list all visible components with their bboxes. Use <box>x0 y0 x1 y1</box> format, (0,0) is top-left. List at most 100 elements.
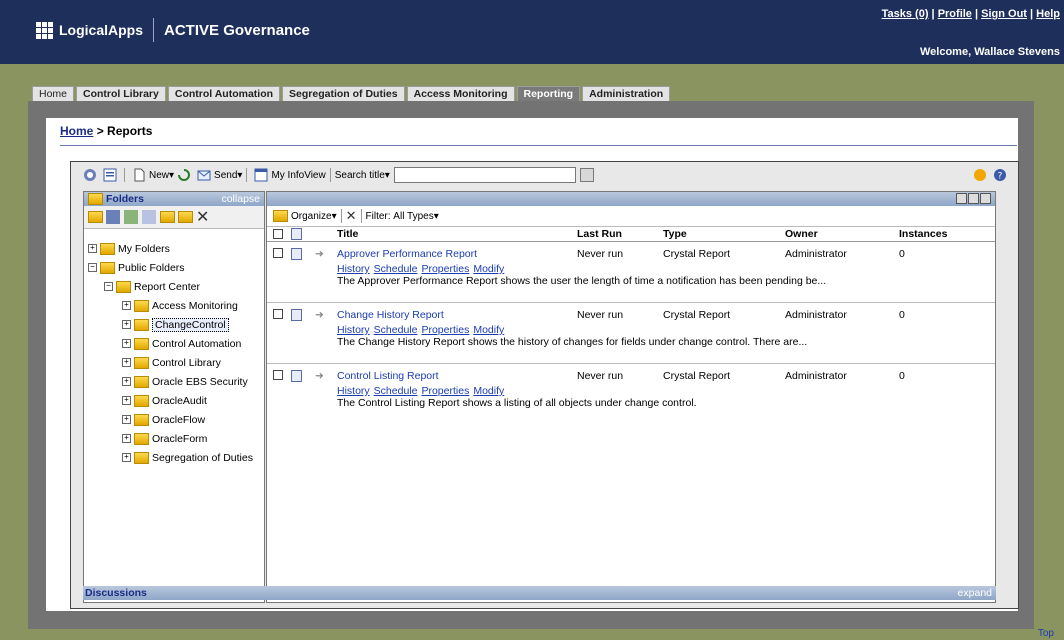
send-dropdown-icon[interactable]: ▾ <box>237 170 242 181</box>
column-instances[interactable]: Instances <box>899 228 947 240</box>
expand-icon[interactable]: + <box>122 358 131 367</box>
history-link[interactable]: History <box>337 324 370 336</box>
properties-link[interactable]: Properties <box>421 324 469 336</box>
expand-icon[interactable]: + <box>88 244 97 253</box>
properties-link[interactable]: Properties <box>421 385 469 397</box>
organize-dropdown-icon[interactable]: ▾ <box>332 211 337 222</box>
home-icon[interactable] <box>83 168 97 182</box>
expand-icon[interactable]: + <box>122 377 131 386</box>
tree-item[interactable]: + Segregation of Duties <box>84 448 264 467</box>
tab-segregation-of-duties[interactable]: Segregation of Duties <box>282 86 405 102</box>
my-infoview-icon[interactable] <box>254 168 268 182</box>
report-title-link[interactable]: Change History Report <box>337 309 444 321</box>
report-title-link[interactable]: Control Listing Report <box>337 370 439 382</box>
tab-control-library[interactable]: Control Library <box>76 86 166 102</box>
tasks-link[interactable]: Tasks (0) <box>882 8 929 20</box>
sign-out-link[interactable]: Sign Out <box>981 8 1027 20</box>
minimize-icon[interactable] <box>956 193 967 204</box>
list-header-bar <box>267 192 995 206</box>
send-button[interactable]: Send <box>214 170 237 181</box>
expand-icon[interactable]: + <box>122 396 131 405</box>
schedule-link[interactable]: Schedule <box>374 263 418 275</box>
copy-icon[interactable] <box>106 210 120 224</box>
new-document-icon[interactable] <box>132 168 146 182</box>
select-all-checkbox[interactable] <box>273 229 283 239</box>
tab-access-monitoring[interactable]: Access Monitoring <box>406 86 515 102</box>
history-link[interactable]: History <box>337 263 370 275</box>
schedule-link[interactable]: Schedule <box>374 324 418 336</box>
filter-dropdown-icon[interactable]: ▾ <box>434 211 439 222</box>
expand-icon[interactable]: + <box>122 415 131 424</box>
schedule-link[interactable]: Schedule <box>374 385 418 397</box>
tree-item-selected[interactable]: + ChangeControl <box>84 315 264 334</box>
history-link[interactable]: History <box>337 385 370 397</box>
expand-icon[interactable]: + <box>122 339 131 348</box>
help-icon[interactable]: ? <box>993 168 1007 182</box>
tree-item[interactable]: − Public Folders <box>84 258 264 277</box>
modify-link[interactable]: Modify <box>473 324 504 336</box>
tree-item[interactable]: + Control Automation <box>84 334 264 353</box>
folder-icon <box>88 193 103 205</box>
report-title-link[interactable]: Approver Performance Report <box>337 248 477 260</box>
preferences-icon[interactable] <box>973 168 987 182</box>
folder-icon <box>134 356 149 369</box>
column-owner[interactable]: Owner <box>785 228 818 240</box>
close-icon[interactable] <box>980 193 991 204</box>
search-dropdown-icon[interactable]: ▾ <box>385 170 390 181</box>
restore-icon[interactable] <box>968 193 979 204</box>
expand-icon[interactable]: + <box>122 320 131 329</box>
modify-link[interactable]: Modify <box>473 385 504 397</box>
delete-icon[interactable]: ✕ <box>196 207 209 227</box>
tab-control-automation[interactable]: Control Automation <box>167 86 281 102</box>
modify-link[interactable]: Modify <box>473 263 504 275</box>
help-link[interactable]: Help <box>1036 8 1060 20</box>
new-button[interactable]: New <box>149 170 169 181</box>
tree-item[interactable]: + Oracle EBS Security <box>84 372 264 391</box>
search-go-button[interactable] <box>579 168 594 182</box>
tree-item[interactable]: + Access Monitoring <box>84 296 264 315</box>
new-folder-icon[interactable] <box>88 211 103 223</box>
move-folder-icon[interactable] <box>160 211 175 223</box>
tree-item[interactable]: + Control Library <box>84 353 264 372</box>
refresh-folder-icon[interactable] <box>124 210 138 224</box>
tree-item[interactable]: + OracleAudit <box>84 391 264 410</box>
expand-icon[interactable]: + <box>122 453 131 462</box>
tree-item[interactable]: + My Folders <box>84 239 264 258</box>
row-checkbox[interactable] <box>273 370 283 380</box>
tab-home[interactable]: Home <box>32 86 75 102</box>
tree-item[interactable]: + OracleFlow <box>84 410 264 429</box>
delete-icon[interactable]: ✕ <box>346 208 357 224</box>
column-title[interactable]: Title <box>337 228 358 240</box>
breadcrumb-home-link[interactable]: Home <box>60 124 93 138</box>
send-icon[interactable] <box>197 168 211 182</box>
document-list-icon[interactable] <box>103 168 117 182</box>
expand-icon[interactable]: + <box>122 434 131 443</box>
search-input[interactable] <box>393 167 576 183</box>
report-icon <box>291 309 302 321</box>
organize-button[interactable]: Organize <box>291 211 332 222</box>
my-infoview-button[interactable]: My InfoView <box>271 170 325 181</box>
toolbar-separator <box>329 168 331 182</box>
properties-icon[interactable] <box>142 210 156 224</box>
top-link[interactable]: Top <box>1038 628 1054 639</box>
row-checkbox[interactable] <box>273 309 283 319</box>
collapse-icon[interactable]: − <box>88 263 97 272</box>
expand-icon[interactable]: + <box>122 301 131 310</box>
column-last-run[interactable]: Last Run <box>577 228 622 240</box>
profile-link[interactable]: Profile <box>938 8 972 20</box>
refresh-icon[interactable] <box>177 168 191 182</box>
search-title-dropdown[interactable]: Search title <box>335 170 385 181</box>
column-type[interactable]: Type <box>663 228 687 240</box>
tab-administration[interactable]: Administration <box>582 86 671 102</box>
row-checkbox[interactable] <box>273 248 283 258</box>
folder-options-icon[interactable] <box>178 211 193 223</box>
collapse-button[interactable]: collapse <box>221 193 260 205</box>
collapse-icon[interactable]: − <box>104 282 113 291</box>
properties-link[interactable]: Properties <box>421 263 469 275</box>
tree-item[interactable]: + OracleForm <box>84 429 264 448</box>
new-dropdown-icon[interactable]: ▾ <box>169 170 174 181</box>
expand-button[interactable]: expand <box>958 587 992 599</box>
tree-item[interactable]: − Report Center <box>84 277 264 296</box>
filter-dropdown[interactable]: All Types <box>393 211 433 222</box>
tab-reporting[interactable]: Reporting <box>516 86 581 102</box>
